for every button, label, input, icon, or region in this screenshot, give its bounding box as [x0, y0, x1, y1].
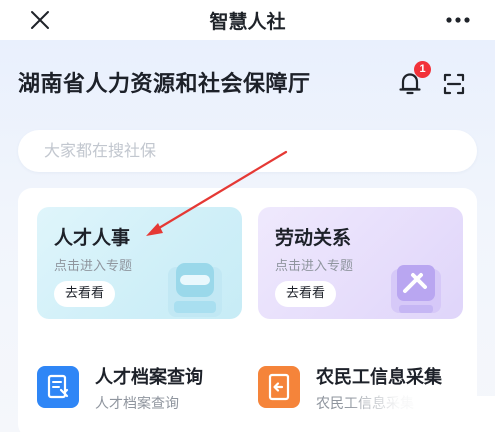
topic-subtitle: 点击进入专题 [275, 259, 354, 274]
profile-illustration-icon [168, 263, 222, 317]
topic-card-talent-personnel[interactable]: 人才人事 点击进入专题 去看看 [37, 207, 242, 319]
service-title: 农民工信息采集 [316, 367, 442, 388]
service-subtitle: 人才档案查询 [95, 396, 179, 412]
topic-subtitle: 点击进入专题 [54, 259, 133, 274]
organization-title: 湖南省人力资源和社会保障厅 [18, 72, 311, 97]
app-title: 智慧人社 [209, 11, 286, 33]
more-button[interactable] [441, 12, 475, 28]
topic-title: 劳动关系 [275, 227, 352, 249]
gavel-illustration-icon [391, 265, 441, 313]
scan-button[interactable] [442, 72, 466, 96]
more-icon [446, 17, 470, 23]
topic-go-button[interactable]: 去看看 [54, 281, 116, 307]
service-talent-archive-query[interactable]: 人才档案查询 人才档案查询 [37, 362, 242, 418]
service-title: 人才档案查询 [95, 367, 203, 388]
notification-badge: 1 [414, 61, 431, 78]
topic-go-button[interactable]: 去看看 [275, 281, 337, 307]
scan-icon [443, 73, 465, 95]
search-input[interactable]: 大家都在搜社保 [18, 130, 477, 172]
watermark-overlay [345, 396, 495, 432]
topic-card-labor-relations[interactable]: 劳动关系 点击进入专题 去看看 [258, 207, 463, 319]
topic-title: 人才人事 [54, 227, 131, 249]
archive-icon [37, 366, 79, 408]
info-collect-icon [258, 366, 300, 408]
top-navigation-bar: 智慧人社 [0, 0, 495, 40]
